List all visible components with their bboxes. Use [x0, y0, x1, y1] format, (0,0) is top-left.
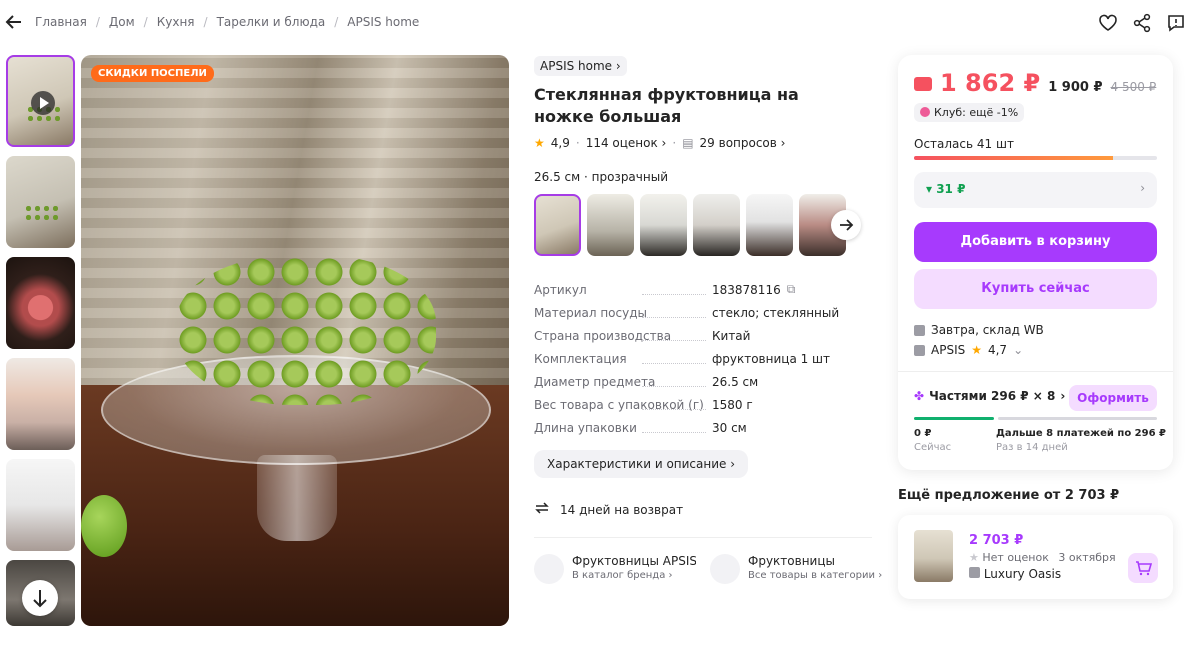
- report-icon[interactable]: [1166, 13, 1186, 33]
- offer-add-to-cart-button[interactable]: [1128, 553, 1158, 583]
- variant-thumb[interactable]: [587, 194, 634, 256]
- breadcrumb-item[interactable]: Главная: [35, 15, 87, 29]
- breadcrumb-item[interactable]: Кухня: [157, 15, 195, 29]
- add-to-cart-button[interactable]: Добавить в корзину: [914, 222, 1157, 262]
- questions-icon: ▤: [682, 136, 694, 150]
- arrow-right-icon: [840, 219, 854, 231]
- stock-text: Осталась 41 шт: [914, 137, 1014, 151]
- spec-row: Диаметр предмета 26.5 см: [534, 374, 759, 389]
- installments-progress: [914, 417, 1157, 420]
- spec-row: Длина упаковки 30 см: [534, 420, 747, 435]
- offer-seller[interactable]: Luxury Oasis: [969, 567, 1061, 581]
- brand-catalog-link[interactable]: Фруктовницы APSIS НОМЕВ каталог бренда ›: [534, 554, 698, 584]
- arrow-down-icon: [33, 590, 47, 608]
- buy-card: 1 862 ₽ 1 900 ₽ 4 500 ₽ Клуб: ещё -1% Ос…: [898, 55, 1173, 470]
- gallery-thumbnail[interactable]: [6, 459, 75, 551]
- heart-icon[interactable]: [1098, 13, 1118, 33]
- rating-value: 4,9: [550, 136, 570, 150]
- installments-icon: ✤: [914, 389, 925, 403]
- spec-row: Вес товара с упаковкой (г) 1580 г: [534, 397, 753, 412]
- gallery-thumbnail[interactable]: [6, 156, 75, 248]
- other-offer-heading: Ещё предложение от 2 703 ₽: [898, 488, 1120, 503]
- return-policy: 14 дней на возврат: [534, 500, 874, 519]
- club-icon: [920, 107, 930, 117]
- price-row: 1 862 ₽ 1 900 ₽ 4 500 ₽: [914, 69, 1156, 97]
- return-text: 14 дней на возврат: [560, 502, 684, 517]
- tag-icon: [534, 554, 564, 584]
- spec-row: Комплектация фруктовница 1 шт: [534, 351, 831, 366]
- spec-row: Материал посуды стекло; стеклянный: [534, 305, 840, 320]
- offer-price: 2 703 ₽: [969, 533, 1024, 548]
- gallery-thumbnail-video[interactable]: [6, 55, 75, 147]
- top-bar: Главная / Дом / Кухня / Тарелки и блюда / AP…: [0, 0, 1200, 46]
- thumbnails-scroll-down-button[interactable]: [22, 580, 58, 616]
- wallet-icon: [914, 77, 932, 91]
- main-product-image[interactable]: СКИДКИ ПОСПЕЛИ: [81, 55, 509, 626]
- variant-thumb[interactable]: [640, 194, 687, 256]
- top-actions: [1098, 13, 1186, 33]
- category-link[interactable]: Фруктовницы Все товары в категории ›: [710, 554, 882, 584]
- discount-row[interactable]: ▾ 31 ₽ ›: [914, 172, 1157, 208]
- offer-thumbnail[interactable]: [914, 530, 953, 582]
- gallery-thumbnails: [6, 55, 75, 635]
- seller-info[interactable]: APSIS ★ 4,7 ⌄: [914, 343, 1023, 357]
- variant-thumb[interactable]: [746, 194, 793, 256]
- brand-link[interactable]: APSIS home ›: [534, 56, 627, 76]
- cart-icon: [1136, 561, 1153, 576]
- variant-thumb[interactable]: [534, 194, 581, 256]
- price-old: 4 500 ₽: [1110, 80, 1157, 94]
- variant-label: 26.5 см · прозрачный: [534, 170, 668, 184]
- installments-label[interactable]: ✤ Частями 296 ₽ × 8 ›: [914, 389, 1065, 403]
- rating-row: ★ 4,9 · 114 оценок › · ▤ 29 вопросов ›: [534, 136, 786, 150]
- promo-badge: СКИДКИ ПОСПЕЛИ: [91, 65, 214, 82]
- spec-row: Артикул 183878116 ⧉: [534, 282, 796, 297]
- characteristics-button[interactable]: Характеристики и описание ›: [534, 450, 749, 478]
- spec-row: Страна производства Китай: [534, 328, 751, 343]
- copy-icon[interactable]: ⧉: [787, 282, 796, 297]
- return-arrows-icon: [534, 500, 550, 519]
- share-icon[interactable]: [1132, 13, 1152, 33]
- other-offer-card[interactable]: 2 703 ₽ ★ Нет оценок 3 октября Luxury Oa…: [898, 515, 1173, 599]
- shop-icon: [969, 567, 980, 578]
- star-icon: ★: [969, 551, 979, 564]
- layers-icon: [710, 554, 740, 584]
- price-without-wallet: 1 900 ₽: [1048, 80, 1103, 95]
- offer-meta: ★ Нет оценок 3 октября: [969, 551, 1116, 564]
- box-icon: [914, 324, 925, 336]
- back-arrow-icon[interactable]: [4, 12, 24, 32]
- variant-thumb[interactable]: [693, 194, 740, 256]
- breadcrumb-item[interactable]: APSIS home: [347, 15, 419, 29]
- pay-next: Дальше 8 платежей по 296 ₽ Раз в 14 дней: [996, 428, 1166, 453]
- reviews-link[interactable]: 114 оценок ›: [586, 136, 667, 150]
- installments-order-button[interactable]: Оформить: [1069, 385, 1157, 411]
- star-icon: ★: [534, 136, 545, 150]
- star-icon: ★: [971, 343, 982, 357]
- price-current: 1 862 ₽: [940, 69, 1041, 97]
- gallery-thumbnail[interactable]: [6, 358, 75, 450]
- breadcrumb: Главная / Дом / Кухня / Тарелки и блюда / AP…: [35, 15, 420, 29]
- breadcrumb-item[interactable]: Тарелки и блюда: [217, 15, 326, 29]
- product-title: Стеклянная фруктовница на ножке большая: [534, 85, 799, 126]
- chevron-right-icon: ›: [1140, 181, 1145, 195]
- variants-next-button[interactable]: [831, 210, 861, 240]
- catalog-links: Фруктовницы APSIS НОМЕВ каталог бренда ›…: [534, 554, 882, 584]
- specs-table: Артикул 183878116 ⧉ Материал посуды стекло;…: [534, 278, 874, 439]
- delivery-info: Завтра, склад WB: [914, 323, 1044, 337]
- variant-selector: [534, 194, 874, 256]
- pay-now: 0 ₽ Сейчас: [914, 428, 952, 453]
- product-info: APSIS home › Стеклянная фруктовница на н…: [534, 55, 882, 584]
- club-badge[interactable]: Клуб: ещё -1%: [914, 103, 1025, 122]
- questions-link[interactable]: 29 вопросов ›: [700, 136, 786, 150]
- play-icon[interactable]: [31, 91, 55, 115]
- stock-bar: [914, 156, 1157, 160]
- buy-now-button[interactable]: Купить сейчас: [914, 269, 1157, 309]
- shop-icon: [914, 344, 925, 356]
- breadcrumb-item[interactable]: Дом: [109, 15, 135, 29]
- gallery-thumbnail[interactable]: [6, 257, 75, 349]
